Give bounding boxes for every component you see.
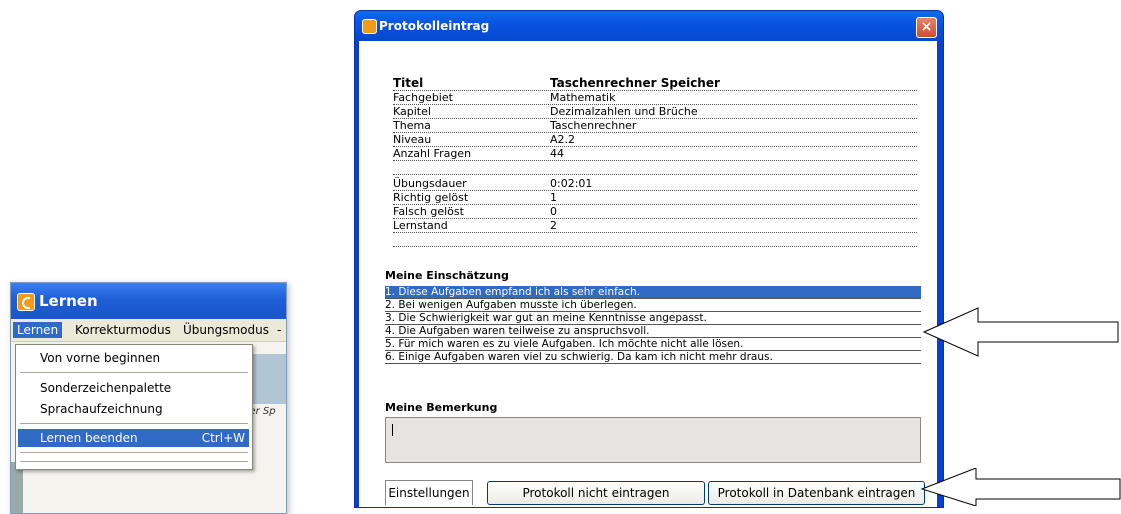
assessment-option[interactable]: 4. Die Aufgaben waren teilweise zu anspr… [385,325,921,338]
lernen-title: Lernen [39,292,98,310]
info-key: Anzahl Fragen [393,147,472,160]
tab-einstellungen[interactable]: Einstellungen [385,480,473,505]
info-value: Mathematik [550,91,616,104]
info-key: Fachgebiet [393,91,453,104]
menu-korrekturmodus[interactable]: Korrekturmodus [71,322,175,338]
protokoll-dialog: Protokolleintrag × Titel Taschenrechner … [354,10,944,508]
menu-item-von-vorne-beginnen[interactable]: Von vorne beginnen [18,349,249,367]
stats-value: 0:02:01 [550,177,593,190]
info-key: Thema [393,119,431,132]
assessment-list[interactable]: 1. Diese Aufgaben empfand ich als sehr e… [385,286,921,364]
stats-row: Lernstand 2 [393,219,917,233]
assessment-option[interactable]: 6. Einige Aufgaben waren viel zu schwier… [385,351,921,364]
info-row: Niveau A2.2 [393,133,917,147]
info-row: Anzahl Fragen 44 [393,147,917,161]
menu-item-lernen-beenden[interactable]: Lernen beenden Ctrl+W [18,429,249,447]
spacer-row [393,233,917,247]
lernen-menubar: Lernen Korrekturmodus Übungsmodus - [11,319,286,342]
protokoll-eintragen-button[interactable]: Protokoll in Datenbank eintragen [708,481,925,505]
info-value: 44 [550,147,564,160]
menu-lernen[interactable]: Lernen [13,322,63,338]
dialog-titlebar[interactable]: Protokolleintrag × [355,11,943,41]
info-value: Dezimalzahlen und Brüche [550,105,698,118]
menu-item-sonderzeichenpalette[interactable]: Sonderzeichenpalette [18,379,249,397]
menu-item-shortcut: Ctrl+W [201,431,245,445]
assessment-option[interactable]: 3. Die Schwierigkeit war gut an meine Ke… [385,312,921,325]
menu-separator [20,372,248,374]
stats-row: Richtig gelöst 1 [393,191,917,205]
menu-more[interactable]: - [273,322,285,338]
stats-row: Falsch gelöst 0 [393,205,917,219]
menu-item-sprachaufzeichnung[interactable]: Sprachaufzeichnung [18,400,249,418]
remark-textarea[interactable] [385,417,921,463]
info-row: Fachgebiet Mathematik [393,91,917,105]
menu-uebungsmodus[interactable]: Übungsmodus [179,322,273,338]
stats-value: 1 [550,191,557,204]
info-row: Titel Taschenrechner Speicher [393,77,917,91]
dialog-body: Titel Taschenrechner Speicher Fachgebiet… [359,41,937,507]
assessment-option[interactable]: 5. Für mich waren es zu viele Aufgaben. … [385,338,921,351]
dialog-title: Protokolleintrag [379,19,490,33]
info-value: A2.2 [550,133,576,146]
menu-separator [20,452,248,454]
menu-item-label: Von vorne beginnen [40,351,161,365]
lernen-window: Lernen Lernen Korrekturmodus Übungsmodus… [10,282,287,514]
lernen-titlebar[interactable]: Lernen [11,283,286,319]
stats-value: 0 [550,205,557,218]
annotation-arrow-icon [920,468,1121,506]
info-row: Thema Taschenrechner [393,119,917,133]
info-key: Kapitel [393,105,431,118]
protokoll-nicht-eintragen-button[interactable]: Protokoll nicht eintragen [487,481,705,505]
remark-heading: Meine Bemerkung [385,401,498,414]
stats-key: Richtig gelöst [393,191,469,204]
app-logo-icon [17,293,35,311]
menu-separator [20,461,248,463]
stats-key: Lernstand [393,219,448,232]
stats-key: Übungsdauer [393,177,467,190]
stats-row: Übungsdauer 0:02:01 [393,177,917,191]
lernen-dropdown-menu: Von vorne beginnen Sonderzeichenpalette … [15,344,253,470]
close-button[interactable]: × [916,17,937,38]
annotation-arrow-icon [922,307,1119,357]
info-value: Taschenrechner Speicher [550,76,720,90]
info-key: Titel [393,76,424,90]
info-key: Niveau [393,133,432,146]
info-value: Taschenrechner [550,119,637,132]
stats-value: 2 [550,219,557,232]
menu-separator [20,423,248,425]
text-caret [392,424,393,436]
info-row: Kapitel Dezimalzahlen und Brüche [393,105,917,119]
assessment-option[interactable]: 2. Bei wenigen Aufgaben musste ich überl… [385,299,921,312]
stats-key: Falsch gelöst [393,205,464,218]
menu-item-label: Sprachaufzeichnung [40,402,163,416]
app-logo-icon [362,19,377,34]
assessment-heading: Meine Einschätzung [385,269,509,282]
menu-item-label: Sonderzeichenpalette [40,381,172,395]
menu-item-label: Lernen beenden [40,431,138,445]
assessment-option[interactable]: 1. Diese Aufgaben empfand ich als sehr e… [385,286,921,299]
spacer-row [393,161,917,175]
